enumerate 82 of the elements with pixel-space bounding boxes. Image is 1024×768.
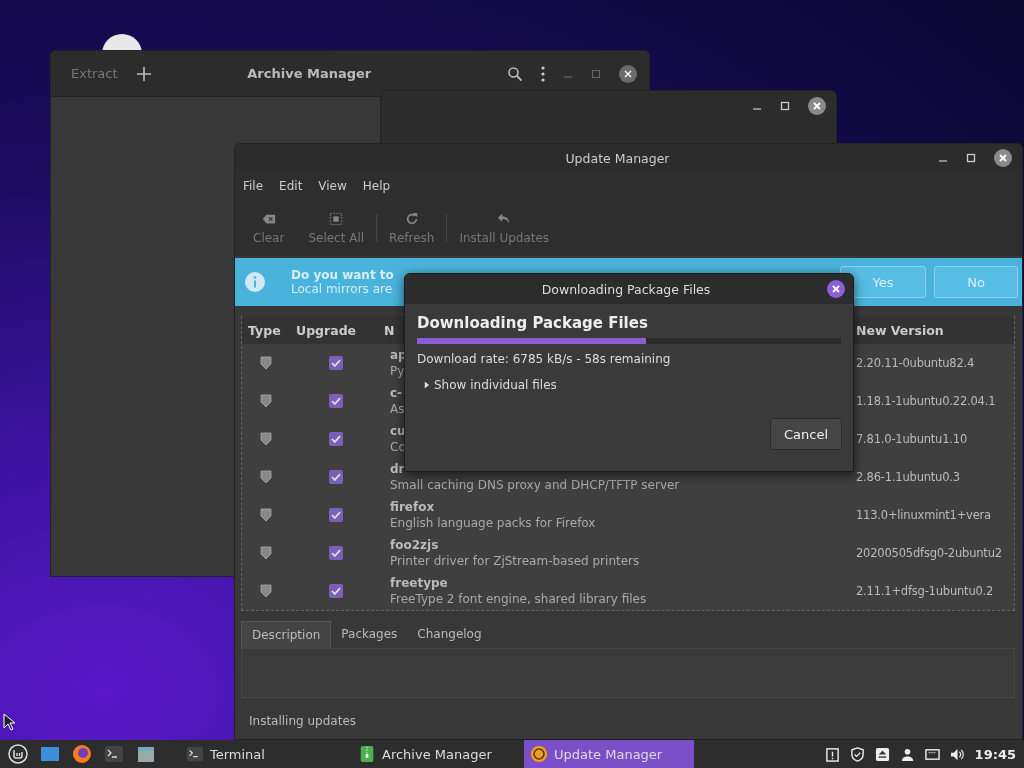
tab[interactable]: Packages bbox=[331, 621, 408, 648]
window-title: Update Manager bbox=[564, 150, 671, 166]
menu-item[interactable]: View bbox=[318, 179, 347, 193]
column-header[interactable]: New Version bbox=[854, 322, 1014, 338]
package-description: Printer driver for ZjStream-based printers bbox=[390, 554, 641, 568]
select-all-icon bbox=[329, 211, 344, 226]
shield-icon bbox=[260, 508, 272, 522]
package-name: foo2zjs bbox=[390, 538, 440, 552]
search-icon[interactable] bbox=[507, 65, 523, 82]
close-icon[interactable] bbox=[827, 280, 845, 298]
download-rate-text: Download rate: 6785 kB/s - 58s remaining bbox=[417, 352, 671, 366]
menu-item[interactable]: Edit bbox=[279, 179, 303, 193]
package-description: English language packs for Firefox bbox=[390, 516, 597, 530]
package-name: c- bbox=[390, 386, 404, 400]
notes-icon[interactable] bbox=[824, 746, 840, 762]
archive-icon bbox=[358, 745, 376, 763]
clock[interactable]: 19:45 bbox=[974, 746, 1016, 762]
menu-item[interactable]: Help bbox=[362, 179, 391, 193]
menu-icon[interactable] bbox=[541, 65, 545, 82]
version-cell: 20200505dfsg0-2ubuntu2 bbox=[856, 546, 1002, 560]
volume-icon[interactable] bbox=[949, 746, 965, 762]
refresh-icon bbox=[404, 211, 419, 226]
dialog-heading: Downloading Package Files bbox=[417, 314, 648, 332]
column-header[interactable]: Type bbox=[242, 322, 290, 338]
dialog-title: Downloading Package Files bbox=[540, 281, 712, 297]
eject-icon[interactable] bbox=[874, 746, 890, 762]
version-cell: 2.86-1.1ubuntu0.3 bbox=[856, 470, 960, 484]
version-cell: 2.11.1+dfsg-1ubuntu0.2 bbox=[856, 584, 994, 598]
package-description: Small caching DNS proxy and DHCP/TFTP server bbox=[390, 478, 681, 492]
terminal-icon bbox=[186, 745, 204, 763]
tab[interactable]: Changelog bbox=[407, 621, 492, 648]
plus-icon[interactable] bbox=[135, 65, 152, 82]
expander[interactable]: Show individual files bbox=[417, 378, 557, 392]
shield-icon bbox=[260, 584, 272, 598]
mint-menu-icon[interactable] bbox=[8, 744, 28, 764]
package-description: Py bbox=[390, 364, 406, 378]
shield-icon[interactable] bbox=[849, 746, 865, 762]
info-message: Local mirrors are bbox=[291, 282, 393, 296]
package-name: firefox bbox=[390, 500, 436, 514]
package-description: As bbox=[390, 402, 406, 416]
upgrade-checkbox[interactable] bbox=[329, 432, 343, 446]
close-icon[interactable] bbox=[808, 97, 826, 115]
version-cell: 1.18.1-1ubuntu0.22.04.1 bbox=[856, 394, 996, 408]
taskbar-button[interactable]: Archive Manager bbox=[352, 740, 522, 768]
update-icon bbox=[530, 745, 548, 763]
upgrade-checkbox[interactable] bbox=[329, 394, 343, 408]
network-icon[interactable] bbox=[924, 746, 940, 762]
taskbar-button[interactable]: Update Manager bbox=[524, 740, 694, 768]
version-cell: 113.0+linuxmint1+vera bbox=[856, 508, 991, 522]
cancel-button[interactable]: Cancel bbox=[770, 418, 842, 450]
upgrade-checkbox[interactable] bbox=[329, 584, 343, 598]
version-cell: 7.81.0-1ubuntu1.10 bbox=[856, 432, 967, 446]
upgrade-checkbox[interactable] bbox=[329, 356, 343, 370]
firefox-icon[interactable] bbox=[72, 744, 92, 764]
close-icon[interactable] bbox=[994, 149, 1012, 167]
upgrade-checkbox[interactable] bbox=[329, 470, 343, 484]
terminal-icon[interactable] bbox=[104, 744, 124, 764]
shield-icon bbox=[260, 470, 272, 484]
shield-icon bbox=[260, 356, 272, 370]
shield-icon bbox=[260, 394, 272, 408]
package-name: dr bbox=[390, 462, 406, 476]
package-name: freetype bbox=[390, 576, 449, 590]
expander-arrow-icon bbox=[423, 381, 430, 389]
package-description: FreeType 2 font engine, shared library files bbox=[390, 592, 648, 606]
folder-icon[interactable] bbox=[136, 744, 156, 764]
mouse-pointer-icon bbox=[3, 713, 15, 731]
status-text: Installing updates bbox=[249, 714, 358, 728]
info-icon bbox=[245, 272, 265, 292]
version-cell: 2.20.11-0ubuntu82.4 bbox=[856, 356, 975, 370]
info-title: Do you want to bbox=[291, 268, 394, 282]
column-header[interactable]: Upgrade bbox=[290, 322, 382, 338]
show-desktop-icon[interactable] bbox=[40, 744, 60, 764]
taskbar-button[interactable]: Terminal bbox=[180, 740, 350, 768]
menu-item[interactable]: File bbox=[243, 179, 264, 193]
shield-icon bbox=[260, 432, 272, 446]
close-icon[interactable] bbox=[619, 64, 637, 83]
user-icon[interactable] bbox=[899, 746, 915, 762]
shield-icon bbox=[260, 546, 272, 560]
upgrade-checkbox[interactable] bbox=[329, 546, 343, 560]
window-title: Archive Manager bbox=[246, 66, 373, 81]
tab[interactable]: Description bbox=[241, 621, 332, 648]
upgrade-checkbox[interactable] bbox=[329, 508, 343, 522]
